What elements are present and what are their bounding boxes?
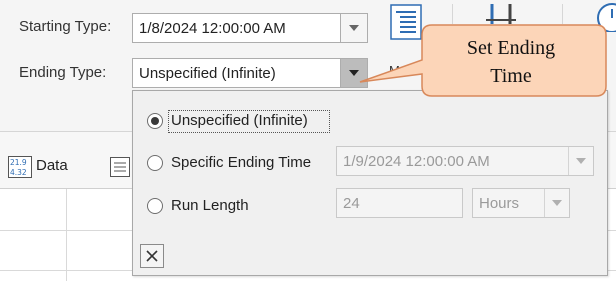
run-length-unit-dropdown-button[interactable]: [544, 189, 569, 217]
callout-line: Time: [490, 65, 532, 87]
callout-line: Set Ending: [466, 37, 556, 59]
specific-ending-time-dropdown-button[interactable]: [568, 147, 593, 175]
data-tab-label: Data: [36, 157, 68, 174]
starting-type-label: Starting Type:: [19, 18, 112, 35]
starting-type-combobox[interactable]: 1/8/2024 12:00:00 AM: [132, 13, 368, 43]
run-length-label[interactable]: Run Length: [171, 197, 249, 214]
callout-text: Set Ending Time: [418, 34, 604, 90]
unspecified-radio[interactable]: [147, 113, 163, 129]
svg-text:21.9: 21.9: [10, 158, 27, 167]
run-length-radio[interactable]: [147, 198, 163, 214]
ending-type-label: Ending Type:: [19, 64, 107, 81]
data-tab[interactable]: 21.9 4.32 Data: [8, 156, 78, 178]
run-length-unit-select[interactable]: Hours: [472, 188, 570, 218]
chevron-down-icon: [552, 200, 562, 206]
run-length-unit-value: Hours: [479, 195, 520, 212]
specific-ending-time-value: 1/9/2024 12:00:00 AM: [343, 153, 490, 170]
specific-ending-time-radio[interactable]: [147, 155, 163, 171]
run-length-value: 24: [343, 195, 360, 212]
close-popup-button[interactable]: [140, 244, 164, 268]
ribbon-separator: [452, 4, 453, 24]
svg-text:4.32: 4.32: [10, 168, 27, 177]
close-icon: [146, 250, 158, 262]
ending-type-combobox[interactable]: Unspecified (Infinite): [132, 58, 368, 88]
focus-rectangle: [168, 110, 330, 133]
ribbon-separator: [562, 4, 563, 24]
specific-ending-time-label[interactable]: Specific Ending Time: [171, 154, 311, 171]
run-length-input[interactable]: 24: [336, 188, 463, 218]
radio-selected-dot: [151, 117, 159, 125]
list-view-icon[interactable]: [110, 157, 130, 180]
specific-ending-time-field[interactable]: 1/9/2024 12:00:00 AM: [336, 146, 594, 176]
grid-line: [66, 189, 67, 281]
data-table-icon: 21.9 4.32: [8, 156, 32, 178]
ending-type-value: Unspecified (Infinite): [139, 65, 276, 82]
chevron-down-icon: [576, 158, 586, 164]
starting-type-value: 1/8/2024 12:00:00 AM: [139, 20, 286, 37]
